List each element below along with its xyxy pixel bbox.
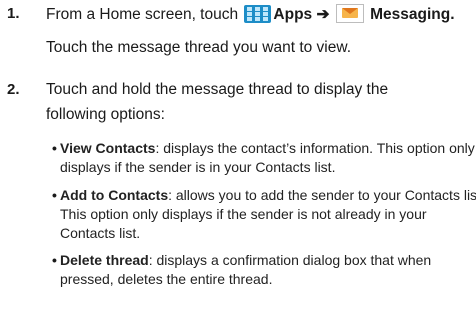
apps-label: Apps bbox=[273, 6, 313, 23]
bullet-view-contacts: View Contacts: displays the contact’s in… bbox=[60, 139, 475, 157]
bullet-desc: : displays a confirmation dialog box tha… bbox=[148, 252, 432, 268]
bullet-delete-thread: Delete thread: displays a confirmation d… bbox=[60, 251, 431, 269]
bullet-desc-cont: pressed, deletes the entire thread. bbox=[60, 271, 273, 287]
step-1-line-2: Touch the message thread you want to vie… bbox=[46, 39, 352, 56]
instructions-page: 1. From a Home screen, touch Apps ➔ Mess… bbox=[0, 0, 476, 313]
arrow-icon: ➔ bbox=[316, 6, 330, 23]
bullet-dot: • bbox=[52, 252, 57, 268]
step-number: 2. bbox=[7, 81, 20, 98]
bullet-desc-cont: This option only displays if the sender … bbox=[60, 206, 427, 222]
bullet-dot: • bbox=[52, 140, 57, 156]
bullet-term: Add to Contacts bbox=[60, 187, 169, 203]
messaging-label: Messaging. bbox=[370, 6, 455, 23]
bullet-term: View Contacts bbox=[60, 140, 156, 156]
bullet-desc: : displays the contact’s information. Th… bbox=[155, 140, 475, 156]
step-2-line-1: Touch and hold the message thread to dis… bbox=[46, 81, 389, 98]
bullet-dot: • bbox=[52, 187, 57, 203]
bullet-desc-cont: displays if the sender is in your Contac… bbox=[60, 159, 336, 175]
step-2-line-2: following options: bbox=[46, 106, 165, 123]
bullet-add-to-contacts: Add to Contacts: allows you to add the s… bbox=[60, 186, 476, 204]
bullet-term: Delete thread bbox=[60, 252, 149, 268]
apps-grid-icon bbox=[244, 5, 272, 23]
step-1-text: From a Home screen, touch bbox=[46, 6, 239, 23]
messaging-envelope-icon bbox=[335, 4, 364, 23]
step-number: 1. bbox=[7, 5, 20, 22]
step-1-line-1: From a Home screen, touch Apps ➔ Messagi… bbox=[46, 4, 455, 25]
bullet-desc-cont: Contacts list. bbox=[60, 225, 141, 241]
bullet-desc: : allows you to add the sender to your C… bbox=[168, 187, 476, 203]
